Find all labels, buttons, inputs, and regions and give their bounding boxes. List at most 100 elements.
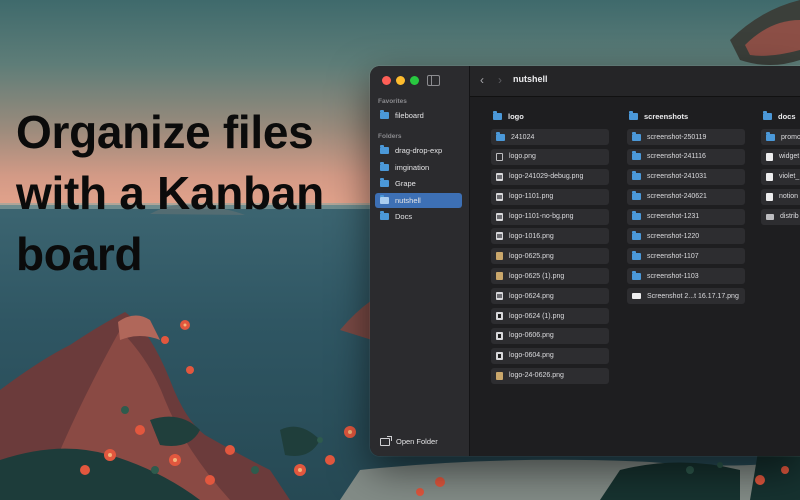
sidebar-item-imgination[interactable]: imgination — [375, 160, 462, 175]
folder-card[interactable]: screenshot-241116 — [627, 148, 745, 165]
file-card-label: widget — [779, 153, 800, 161]
file-card[interactable]: logo-1101-no-bg.png — [491, 208, 609, 225]
folders-section-label: Folders — [378, 133, 402, 140]
folder-icon — [766, 131, 775, 141]
document-icon — [766, 192, 773, 201]
current-folder-title: nutshell — [513, 74, 548, 84]
file-card-label: violet_ — [779, 173, 800, 181]
board-column-logo: logo 241024 logo.png logo-241029-debug.p… — [491, 110, 613, 388]
file-card[interactable]: logo-0625 (1).png — [491, 268, 609, 285]
chevron-left-icon[interactable]: ‹ — [480, 74, 490, 86]
folder-card[interactable]: screenshot-1231 — [627, 208, 745, 225]
window-controls — [382, 76, 419, 85]
folder-card[interactable]: screenshot-1220 — [627, 228, 745, 245]
folder-icon — [380, 178, 389, 187]
file-card[interactable]: logo-0625.png — [491, 248, 609, 265]
folder-icon — [632, 270, 641, 280]
file-card[interactable]: notion — [761, 188, 800, 205]
file-card-label: logo-0604.png — [509, 352, 554, 360]
file-card[interactable]: logo.png — [491, 148, 609, 165]
image-file-icon — [496, 232, 503, 241]
folder-icon — [632, 191, 641, 201]
file-card[interactable]: logo-0604.png — [491, 347, 609, 364]
open-folder-button[interactable]: Open Folder — [380, 435, 438, 446]
image-file-icon — [496, 172, 503, 181]
folder-card[interactable]: screenshot-241031 — [627, 168, 745, 185]
image-file-icon — [496, 252, 503, 261]
image-file-icon — [496, 272, 503, 281]
file-card-label: screenshot-241116 — [647, 153, 706, 161]
file-card-label: logo-24-0626.png — [509, 372, 564, 380]
file-card[interactable]: Screenshot 2...t 16.17.17.png — [627, 288, 745, 305]
file-card[interactable]: violet_ — [761, 168, 800, 185]
file-card-label: notion — [779, 193, 799, 201]
column-header[interactable]: logo — [493, 110, 613, 122]
folder-card[interactable]: screenshot-1107 — [627, 248, 745, 265]
image-file-icon — [496, 212, 503, 221]
sidebar: Favorites fileboard Folders drag-drop-ex… — [370, 66, 470, 456]
file-card[interactable]: logo-1016.png — [491, 228, 609, 245]
folder-icon — [493, 110, 502, 120]
folder-icon — [763, 110, 772, 120]
board-column-docs: docs promo widget violet_ notion distrib — [761, 110, 800, 228]
image-file-icon — [496, 312, 503, 321]
sidebar-item-grape[interactable]: Grape — [375, 176, 462, 191]
toolbar: ‹ › nutshell — [470, 66, 800, 97]
folder-card[interactable]: screenshot-1103 — [627, 268, 745, 285]
file-card-label: screenshot-1103 — [647, 272, 699, 280]
folder-icon — [496, 131, 505, 141]
folder-card[interactable]: screenshot-240621 — [627, 188, 745, 205]
file-card-label: logo.png — [509, 153, 536, 161]
favorites-section-label: Favorites — [378, 98, 407, 105]
sidebar-toggle-icon[interactable] — [427, 75, 440, 86]
folder-icon — [380, 110, 389, 119]
image-file-icon — [632, 293, 641, 300]
open-folder-label: Open Folder — [396, 437, 438, 446]
sidebar-item-nutshell[interactable]: nutshell — [375, 192, 462, 208]
folder-icon — [632, 171, 641, 181]
folder-icon — [380, 211, 389, 220]
file-card[interactable]: widget — [761, 148, 800, 165]
video-file-icon — [766, 213, 774, 220]
folder-icon — [380, 145, 389, 154]
close-window-button[interactable] — [382, 76, 391, 85]
sidebar-item-docs[interactable]: Docs — [375, 209, 462, 224]
file-card-label: logo-0624.png — [509, 292, 554, 300]
sidebar-item-label: Grape — [395, 179, 416, 188]
image-file-icon — [496, 371, 503, 380]
folder-icon — [629, 110, 638, 120]
folder-card[interactable]: screenshot-250119 — [627, 129, 745, 145]
zoom-window-button[interactable] — [410, 76, 419, 85]
file-card-label: logo-1016.png — [509, 232, 554, 240]
sidebar-item-label: Docs — [395, 212, 413, 221]
file-card[interactable]: logo-241029-debug.png — [491, 168, 609, 185]
sidebar-item-drag-drop-exp[interactable]: drag-drop-exp — [375, 143, 462, 158]
file-card[interactable]: logo-0606.png — [491, 327, 609, 344]
file-card-label: logo-0624 (1).png — [509, 312, 565, 320]
board-column-screenshots: screenshots screenshot-250119 screenshot… — [627, 110, 749, 308]
file-card-label: logo-241029-debug.png — [509, 173, 584, 181]
folder-icon — [632, 250, 641, 260]
headline-line-2: with a Kanban — [16, 167, 324, 219]
file-card-label: screenshot-1107 — [647, 252, 699, 260]
image-file-icon — [496, 192, 503, 201]
file-card-label: logo-0625 (1).png — [509, 272, 565, 280]
image-file-icon — [496, 331, 503, 340]
file-card-label: screenshot-1231 — [647, 213, 700, 221]
file-card[interactable]: 241024 — [491, 129, 609, 145]
column-header[interactable]: docs — [763, 110, 800, 122]
file-card[interactable]: logo-1101.png — [491, 188, 609, 205]
headline: Organize files with a Kanban board — [16, 102, 324, 285]
file-card[interactable]: logo-0624.png — [491, 288, 609, 305]
minimize-window-button[interactable] — [396, 76, 405, 85]
file-card-label: screenshot-1220 — [647, 232, 700, 240]
column-header[interactable]: screenshots — [629, 110, 749, 122]
sidebar-item-fileboard[interactable]: fileboard — [375, 108, 462, 123]
file-card[interactable]: logo-24-0626.png — [491, 367, 609, 384]
file-card[interactable]: logo-0624 (1).png — [491, 308, 609, 325]
chevron-right-icon[interactable]: › — [498, 74, 508, 86]
file-card[interactable]: distrib — [761, 208, 800, 225]
folder-card[interactable]: promo — [761, 129, 800, 145]
sidebar-item-label: imgination — [395, 162, 430, 172]
headline-line-3: board — [16, 228, 143, 280]
